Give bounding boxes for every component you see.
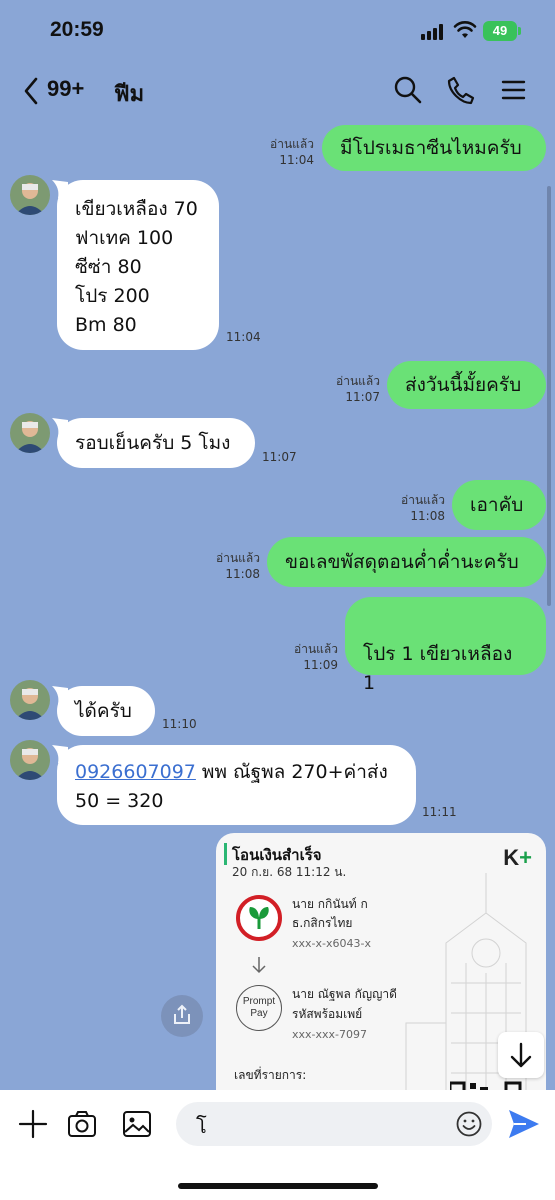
sender-name: นาย กกินันท์ ก (292, 897, 368, 911)
message-line: ฟาเทค 100 (75, 227, 174, 249)
scrollbar[interactable] (547, 186, 551, 606)
transfer-receipt-image[interactable]: โอนเงินสำเร็จ 20 ก.ย. 68 11:12 น. K+ นาย… (216, 833, 546, 1095)
promptpay-logo: Prompt Pay (236, 985, 282, 1031)
message-meta: อ่านแล้ว 11:07 (320, 373, 380, 405)
status-time: 20:59 (50, 18, 104, 41)
reference-label: เลขที่รายการ: (234, 1068, 307, 1082)
battery-icon: 49 (483, 21, 517, 41)
outgoing-message[interactable]: มีโปรเมธาซีนไหมครับ (322, 125, 546, 171)
contact-avatar[interactable] (10, 175, 50, 215)
message-time: 11:04 (226, 330, 261, 344)
battery-tip (518, 27, 521, 35)
contact-avatar[interactable] (10, 413, 50, 453)
menu-icon[interactable] (498, 74, 530, 106)
message-text: 50 = 320 (75, 790, 164, 812)
receipt-date: 20 ก.ย. 68 11:12 น. (232, 865, 347, 879)
message-text: มีโปรเมธาซีนไหมครับ (340, 137, 522, 159)
outgoing-message[interactable]: ขอเลขพัสดุตอนค่ำค่ำนะครับ (267, 537, 546, 587)
message-line: เขียวเหลือง 70 (75, 198, 198, 220)
recipient-name: นาย ณัฐพล กัญญาดี (292, 987, 397, 1001)
phone-call-icon[interactable] (445, 74, 477, 106)
outgoing-message[interactable]: เอาคับ (452, 480, 546, 530)
scroll-to-bottom-button[interactable] (498, 1032, 544, 1078)
read-receipt: อ่านแล้ว (336, 374, 380, 388)
read-receipt: อ่านแล้ว (294, 642, 338, 656)
message-text: ส่งวันนี้มั้ยครับ (405, 374, 522, 396)
message-text: เอาคับ (470, 494, 524, 516)
message-meta: อ่านแล้ว 11:09 (278, 641, 338, 673)
message-meta: อ่านแล้ว 11:04 (250, 136, 314, 168)
recipient-account: xxx-xxx-7097 (292, 1028, 367, 1041)
outgoing-message[interactable]: โปร 1 เขียวเหลือง 1 (345, 597, 546, 694)
read-receipt: อ่านแล้ว (216, 551, 260, 565)
card-accent-bar (224, 843, 227, 865)
message-time: 11:09 (303, 658, 338, 672)
incoming-message[interactable]: รอบเย็นครับ 5 โมง (57, 418, 255, 468)
message-text: พพ ณัฐพล 270+ค่าส่ง (195, 761, 388, 783)
camera-icon[interactable] (66, 1108, 98, 1140)
chat-contact-name[interactable]: ฟีม (114, 76, 144, 111)
back-chevron-icon[interactable] (20, 74, 42, 108)
message-time: 11:04 (279, 153, 314, 167)
sender-bank: ธ.กสิกรไทย (292, 916, 353, 930)
wifi-icon (453, 21, 477, 38)
message-time: 11:10 (162, 717, 197, 731)
battery-level: 49 (492, 23, 508, 38)
message-input[interactable] (176, 1102, 492, 1146)
message-line: โปร 200 (75, 285, 150, 307)
message-time: 11:08 (410, 509, 445, 523)
message-text: รอบเย็นครับ 5 โมง (75, 432, 231, 454)
send-icon[interactable] (506, 1107, 542, 1141)
kplus-logo: K+ (503, 845, 532, 870)
message-input-text: โ (196, 1114, 207, 1138)
message-text: ได้ครับ (75, 700, 132, 722)
message-time: 11:08 (225, 567, 260, 581)
incoming-message[interactable]: 0926607097 พพ ณัฐพล 270+ค่าส่ง 50 = 320 (57, 745, 416, 825)
message-meta: อ่านแล้ว 11:08 (200, 550, 260, 582)
cellular-signal-icon (421, 24, 443, 40)
incoming-message[interactable]: ได้ครับ (57, 686, 155, 736)
message-time: 11:11 (422, 805, 457, 819)
unread-count[interactable]: 99+ (47, 76, 84, 102)
read-receipt: อ่านแล้ว (270, 137, 314, 151)
plus-icon[interactable] (17, 1108, 49, 1140)
emoji-icon[interactable] (455, 1110, 483, 1138)
gallery-image-icon[interactable] (121, 1108, 153, 1140)
arrow-down-icon (252, 957, 266, 974)
contact-avatar[interactable] (10, 680, 50, 720)
phone-number-link[interactable]: 0926607097 (75, 761, 196, 783)
read-receipt: อ่านแล้ว (401, 493, 445, 507)
message-meta: อ่านแล้ว 11:08 (385, 492, 445, 524)
message-text: โปร 1 เขียวเหลือง 1 (363, 643, 513, 694)
sender-account: xxx-x-x6043-x (292, 937, 371, 950)
share-button[interactable] (161, 995, 203, 1037)
incoming-message[interactable]: เขียวเหลือง 70 ฟาเทค 100 ซีซ่า 80 โปร 20… (57, 180, 219, 350)
message-line: Bm 80 (75, 314, 137, 336)
message-text: ขอเลขพัสดุตอนค่ำค่ำนะครับ (285, 551, 519, 573)
outgoing-message[interactable]: ส่งวันนี้มั้ยครับ (387, 361, 546, 409)
kbank-logo-icon (236, 895, 282, 941)
search-icon[interactable] (392, 74, 424, 106)
message-time: 11:07 (262, 450, 297, 464)
message-time: 11:07 (345, 390, 380, 404)
message-line: ซีซ่า 80 (75, 256, 142, 278)
recipient-bank: รหัสพร้อมเพย์ (292, 1007, 363, 1021)
contact-avatar[interactable] (10, 740, 50, 780)
home-indicator (178, 1183, 378, 1189)
